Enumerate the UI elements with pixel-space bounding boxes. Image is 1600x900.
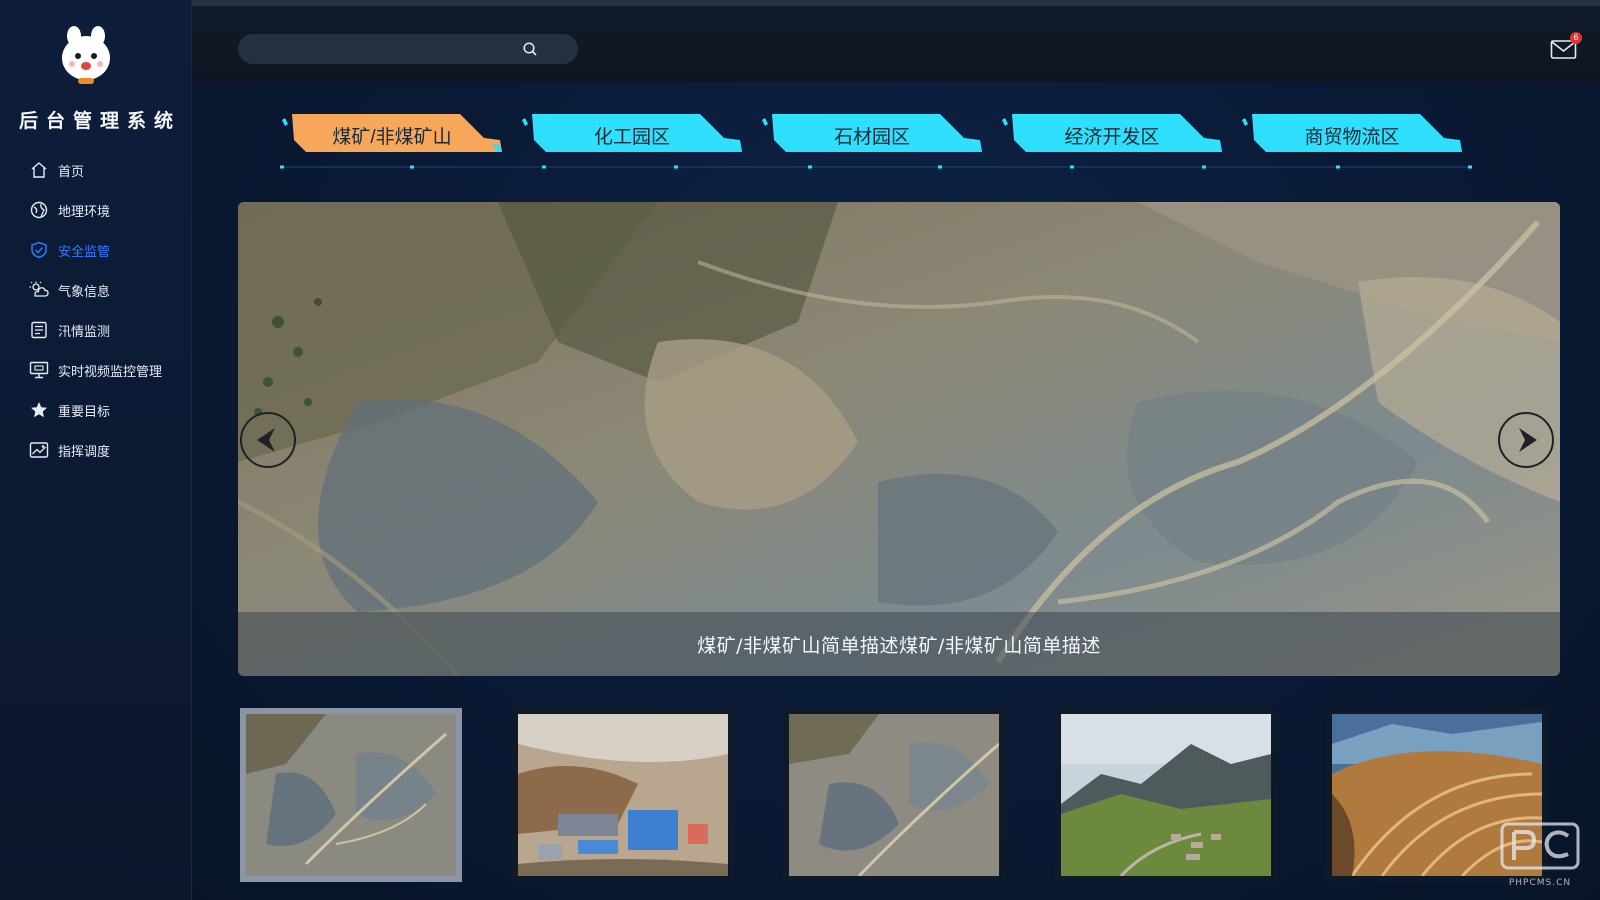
globe-icon: [28, 199, 50, 221]
weather-icon: [28, 279, 50, 301]
thumbnail-strip: [240, 708, 1560, 882]
hero-carousel: 煤矿/非煤矿山简单描述煤矿/非煤矿山简单描述: [238, 202, 1560, 676]
chevron-left-icon: [257, 428, 275, 452]
prev-slide-button[interactable]: [240, 412, 296, 468]
tab-logistics-zone[interactable]: 商贸物流区: [1240, 110, 1464, 162]
shield-icon: [28, 239, 50, 261]
sidebar-item-weather[interactable]: 气象信息: [0, 270, 192, 310]
thumbnail-2[interactable]: [512, 708, 734, 882]
notification-badge: 6: [1570, 32, 1582, 44]
mail-button[interactable]: 6: [1550, 32, 1582, 60]
next-slide-button[interactable]: [1498, 412, 1554, 468]
sidebar-item-label: 实时视频监控管理: [58, 364, 163, 380]
sidebar-menu: 首页 地理环境 安全监管 气象信息 汛情监测 实时视频监控管理 重要目标 指挥调…: [0, 150, 192, 470]
sidebar-item-targets[interactable]: 重要目标: [0, 390, 192, 430]
tab-label: 煤矿/非煤矿山: [332, 127, 452, 148]
tab-divider-line: [280, 165, 1472, 169]
tab-label: 化工园区: [593, 127, 670, 148]
top-bar: 6: [192, 0, 1600, 82]
thumbnail-4[interactable]: [1055, 708, 1277, 882]
sidebar-item-geography[interactable]: 地理环境: [0, 190, 192, 230]
thumbnail-3[interactable]: [783, 708, 1005, 882]
hero-image-quarry: [238, 202, 1560, 676]
chevron-right-icon: [1519, 428, 1537, 452]
tab-label: 经济开发区: [1064, 127, 1160, 148]
star-icon: [28, 399, 50, 421]
home-icon: [28, 159, 50, 181]
sidebar-item-label: 地理环境: [58, 204, 111, 220]
app-title: 后台管理系统: [18, 110, 181, 132]
tab-label: 石材园区: [833, 127, 910, 148]
tab-chemical-park[interactable]: 化工园区: [520, 110, 744, 162]
watermark-logo: PHPCMS.CN: [1494, 820, 1586, 888]
sidebar-item-label: 首页: [58, 164, 85, 180]
report-icon: [28, 319, 50, 341]
sidebar-item-label: 汛情监测: [58, 324, 111, 340]
image-chart-icon: [28, 439, 50, 461]
category-tabs: 煤矿/非煤矿山 化工园区 石材园区 经济开发区 商贸物流区: [280, 110, 1480, 176]
search-icon[interactable]: [522, 41, 538, 61]
monitor-icon: [28, 359, 50, 381]
thumbnail-1[interactable]: [240, 708, 462, 882]
sidebar-item-safety[interactable]: 安全监管: [0, 230, 192, 270]
tab-coal-mine[interactable]: 煤矿/非煤矿山: [280, 110, 504, 162]
sidebar-item-home[interactable]: 首页: [0, 150, 192, 190]
watermark-text: PHPCMS.CN: [1508, 878, 1572, 888]
sidebar: 后台管理系统 首页 地理环境 安全监管 气象信息 汛情监测 实时视频监控管理 重…: [0, 0, 192, 900]
sidebar-item-video[interactable]: 实时视频监控管理: [0, 350, 192, 390]
slide-caption: 煤矿/非煤矿山简单描述煤矿/非煤矿山简单描述: [697, 635, 1101, 657]
tab-economic-zone[interactable]: 经济开发区: [1000, 110, 1224, 162]
sidebar-item-label: 指挥调度: [58, 444, 111, 460]
tab-stone-park[interactable]: 石材园区: [760, 110, 984, 162]
main-content: 煤矿/非煤矿山 化工园区 石材园区 经济开发区 商贸物流区 煤矿/非煤矿山简单描…: [192, 82, 1600, 900]
tab-label: 商贸物流区: [1304, 127, 1400, 148]
sidebar-item-label: 重要目标: [58, 404, 111, 420]
search-input[interactable]: [238, 34, 508, 64]
sidebar-item-flood[interactable]: 汛情监测: [0, 310, 192, 350]
sidebar-item-label: 气象信息: [58, 284, 111, 300]
sidebar-item-label: 安全监管: [58, 244, 111, 260]
app-root: 后台管理系统 首页 地理环境 安全监管 气象信息 汛情监测 实时视频监控管理 重…: [0, 0, 1600, 900]
search-box: [238, 34, 578, 64]
app-logo: [56, 24, 116, 90]
sidebar-item-command[interactable]: 指挥调度: [0, 430, 192, 470]
